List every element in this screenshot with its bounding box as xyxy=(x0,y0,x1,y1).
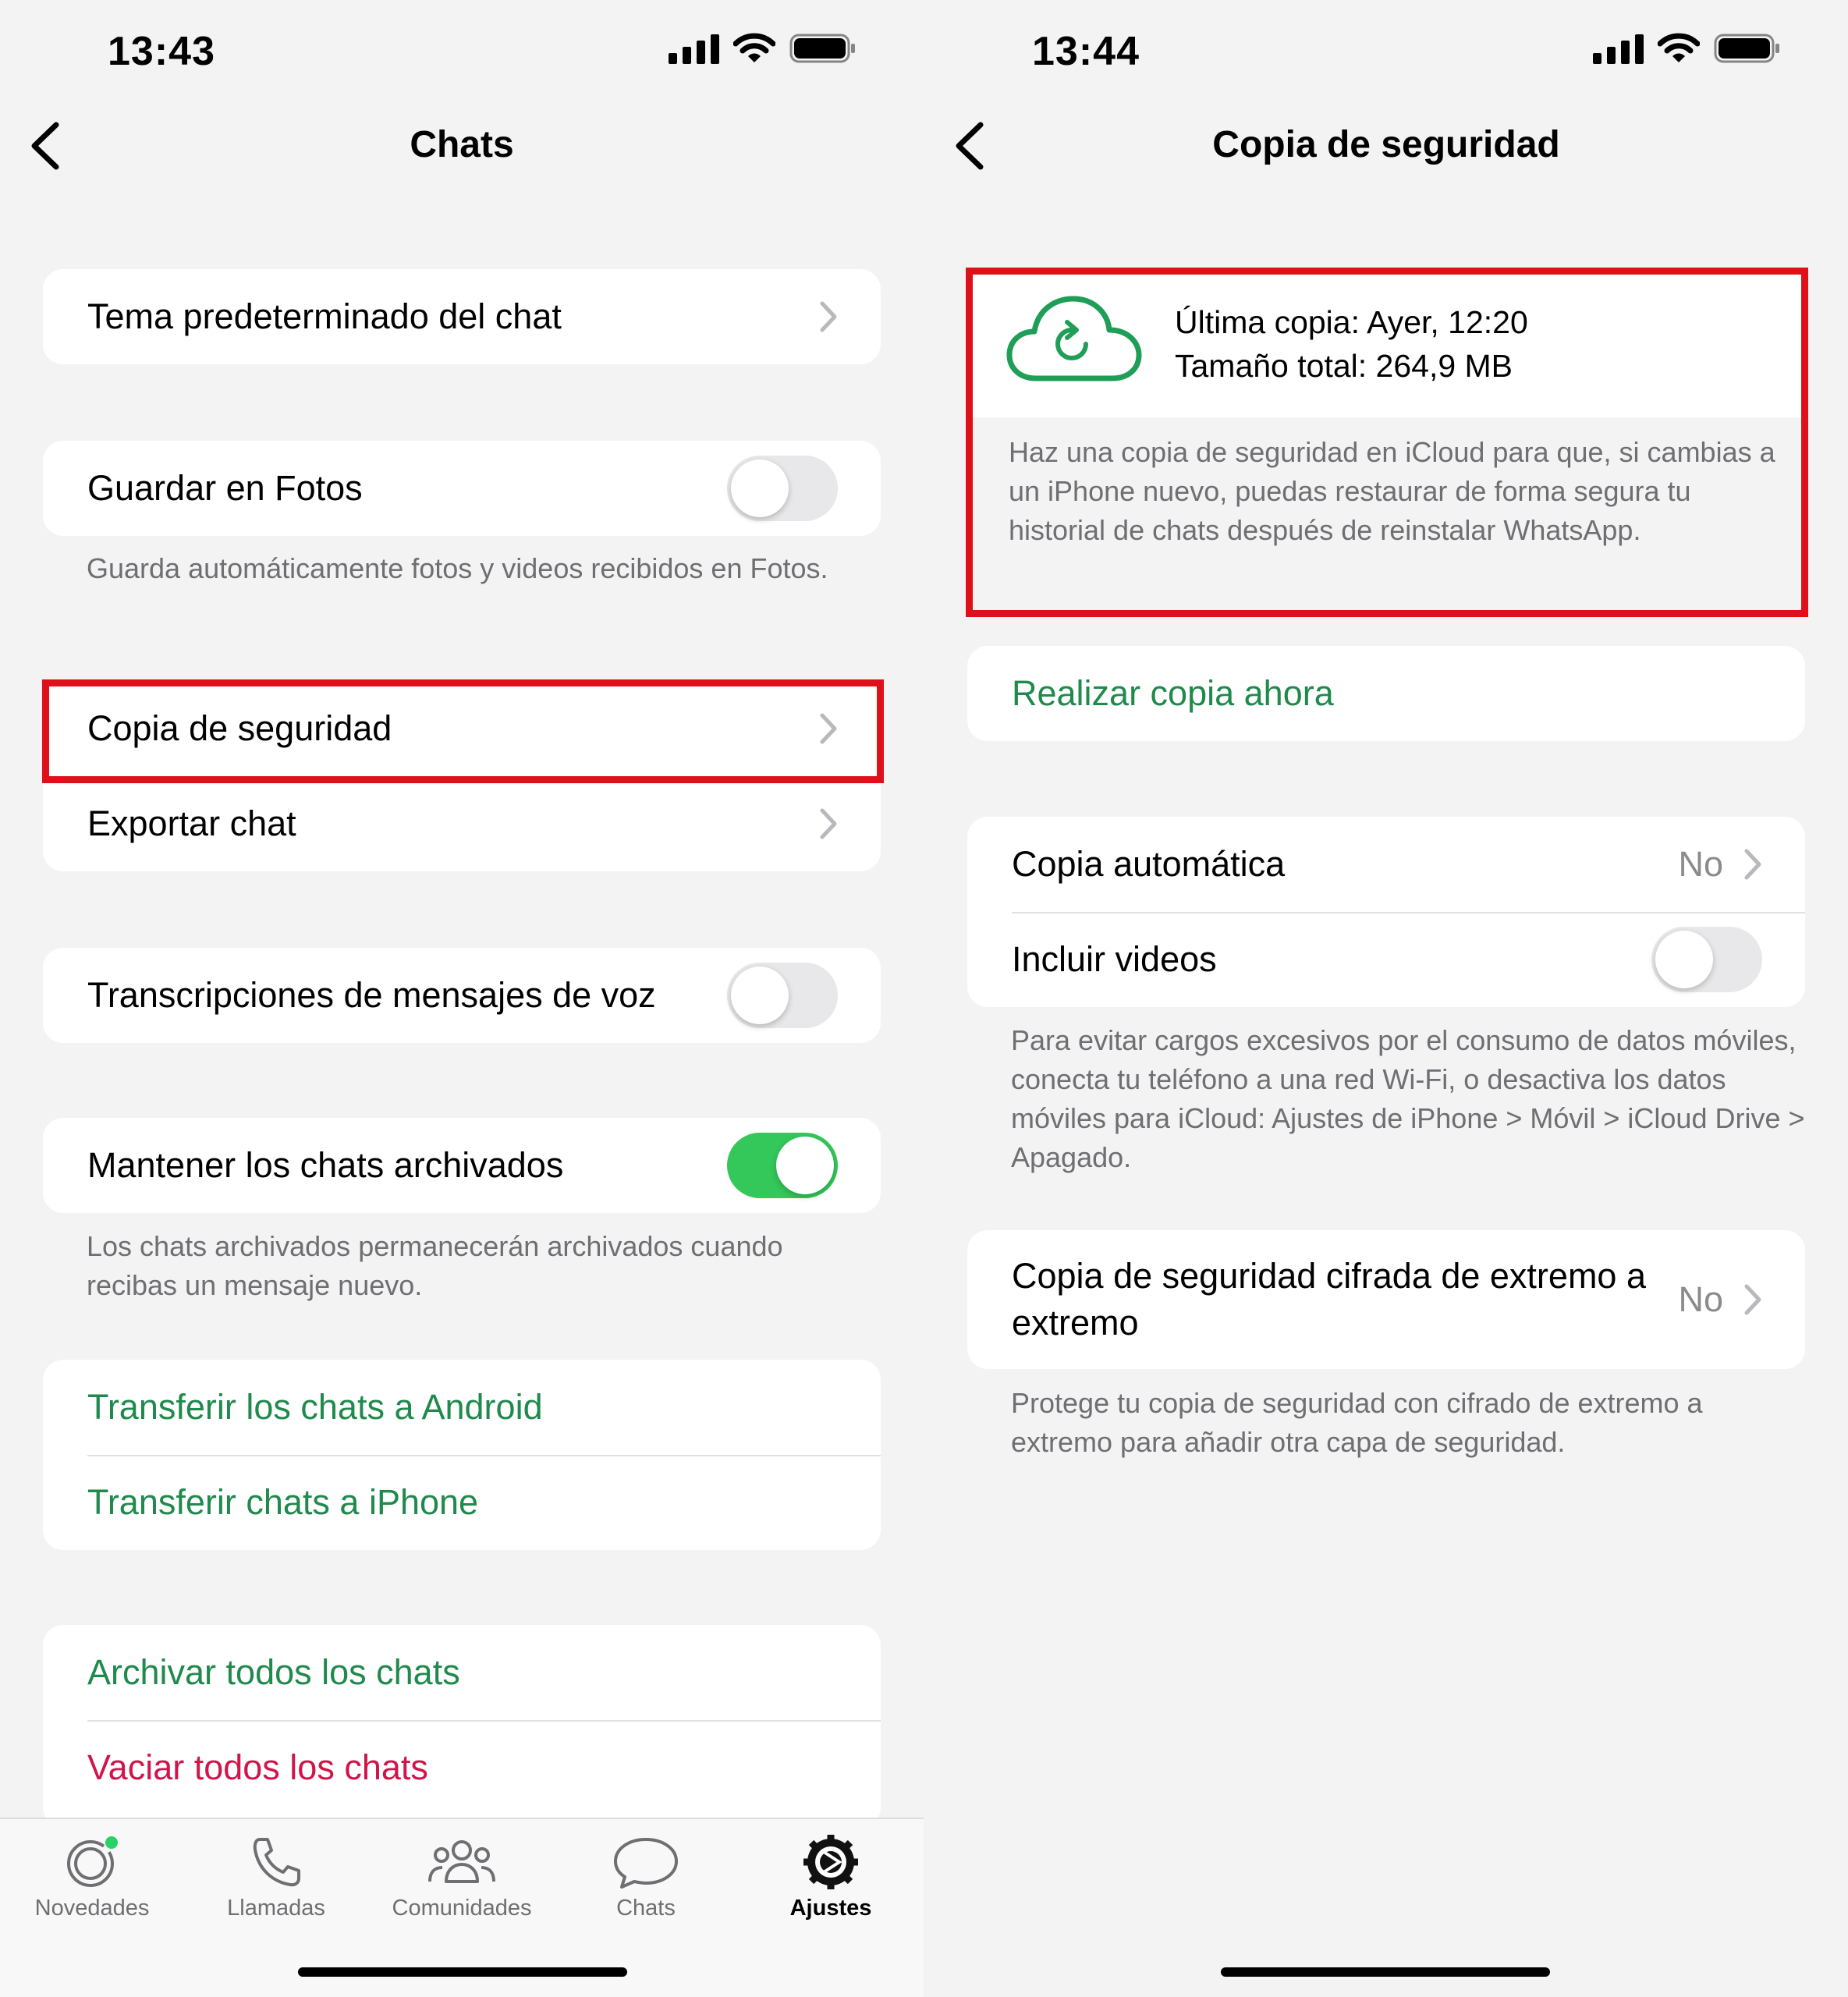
theme-card: Tema predeterminado del chat xyxy=(43,269,881,364)
transcriptions-card: Transcripciones de mensajes de voz xyxy=(43,948,881,1043)
save-photos-note: Guarda automáticamente fotos y videos re… xyxy=(87,552,828,584)
transfer-iphone-row[interactable]: Transferir chats a iPhone xyxy=(43,1455,881,1550)
keep-archived-row: Mantener los chats archivados xyxy=(43,1118,881,1213)
backup-now-label: Realizar copia ahora xyxy=(1012,673,1334,713)
transfer-iphone-label: Transferir chats a iPhone xyxy=(87,1482,479,1522)
transcriptions-row: Transcripciones de mensajes de voz xyxy=(43,948,881,1043)
transfer-android-row[interactable]: Transferir los chats a Android xyxy=(43,1360,881,1455)
export-chat-label: Exportar chat xyxy=(87,803,296,843)
auto-backup-row[interactable]: Copia automática No xyxy=(967,817,1805,912)
status-icons xyxy=(1593,33,1781,64)
tab-label: Novedades xyxy=(34,1896,150,1921)
theme-label: Tema predeterminado del chat xyxy=(87,296,562,336)
chevron-right-icon xyxy=(1744,849,1761,880)
wifi-icon xyxy=(733,33,775,62)
keep-archived-toggle[interactable] xyxy=(727,1133,838,1198)
e2e-backup-value: No xyxy=(1678,1279,1723,1319)
transcriptions-toggle[interactable] xyxy=(727,963,838,1028)
backup-info-card: Última copia: Ayer, 12:20 Tamaño total: … xyxy=(966,269,1808,601)
include-videos-row: Incluir videos xyxy=(967,912,1805,1007)
tab-ajustes[interactable]: Ajustes xyxy=(745,1835,917,1921)
last-backup-text: Última copia: Ayer, 12:20 xyxy=(1175,304,1528,340)
tab-label: Ajustes xyxy=(789,1896,872,1921)
home-indicator xyxy=(1221,1967,1550,1977)
auto-backup-card: Copia automática No Incluir videos xyxy=(967,817,1805,1007)
transfer-card: Transferir los chats a Android Transferi… xyxy=(43,1360,881,1550)
chevron-right-icon xyxy=(820,301,837,332)
chats-settings-screen: 13:43 Chats Tema predeterminado del chat… xyxy=(0,0,924,1997)
backup-label: Copia de seguridad xyxy=(87,708,392,748)
save-photos-toggle[interactable] xyxy=(727,456,838,521)
keep-archived-card: Mantener los chats archivados xyxy=(43,1118,881,1213)
battery-icon xyxy=(1714,34,1779,63)
tab-label: Llamadas xyxy=(227,1896,325,1921)
export-chat-row[interactable]: Exportar chat xyxy=(43,776,881,871)
e2e-backup-label: Copia de seguridad cifrada de extremo a … xyxy=(1012,1256,1646,1343)
keep-archived-note: Los chats archivados permanecerán archiv… xyxy=(87,1230,783,1301)
chevron-right-icon xyxy=(1744,1284,1761,1315)
auto-backup-label: Copia automática xyxy=(1012,844,1286,884)
tab-bar: Novedades Llamadas Comunidades Chats Aju… xyxy=(0,1818,924,1997)
theme-row[interactable]: Tema predeterminado del chat xyxy=(43,269,881,364)
backup-now-row[interactable]: Realizar copia ahora xyxy=(967,646,1805,741)
page-title: Copia de seguridad xyxy=(1212,124,1560,165)
backup-description: Haz una copia de seguridad en iCloud par… xyxy=(966,417,1808,601)
page-title: Chats xyxy=(410,124,514,165)
backup-row[interactable]: Copia de seguridad xyxy=(43,681,881,776)
e2e-backup-row[interactable]: Copia de seguridad cifrada de extremo a … xyxy=(967,1230,1805,1369)
status-icons xyxy=(669,33,857,64)
include-videos-label: Incluir videos xyxy=(1012,939,1217,979)
status-time: 13:43 xyxy=(108,29,215,74)
tab-llamadas[interactable]: Llamadas xyxy=(190,1835,362,1921)
auto-backup-value: No xyxy=(1678,844,1723,884)
backup-settings-screen: 13:44 Copia de seguridad Última copia: A… xyxy=(924,0,1848,1997)
archive-all-row[interactable]: Archivar todos los chats xyxy=(43,1625,881,1720)
transcriptions-label: Transcripciones de mensajes de voz xyxy=(87,975,656,1015)
chevron-right-icon xyxy=(820,808,837,839)
save-photos-row: Guardar en Fotos xyxy=(43,441,881,536)
clear-all-row[interactable]: Vaciar todos los chats xyxy=(43,1720,881,1815)
tab-label: Chats xyxy=(616,1896,676,1921)
keep-archived-label: Mantener los chats archivados xyxy=(87,1145,564,1185)
cellular-signal-icon xyxy=(669,33,719,64)
save-photos-card: Guardar en Fotos xyxy=(43,441,881,536)
e2e-backup-card: Copia de seguridad cifrada de extremo a … xyxy=(967,1230,1805,1369)
battery-icon xyxy=(789,34,855,63)
chevron-right-icon xyxy=(820,713,837,744)
backup-export-card: Copia de seguridad Exportar chat xyxy=(43,681,881,871)
tab-chats[interactable]: Chats xyxy=(560,1835,732,1921)
mobile-data-note: Para evitar cargos excesivos por el cons… xyxy=(1011,1024,1805,1173)
include-videos-toggle[interactable] xyxy=(1651,927,1762,992)
archive-all-label: Archivar todos los chats xyxy=(87,1652,460,1692)
chats-icon xyxy=(614,1838,678,1889)
save-photos-label: Guardar en Fotos xyxy=(87,468,363,508)
transfer-android-label: Transferir los chats a Android xyxy=(87,1387,543,1427)
cellular-signal-icon xyxy=(1593,33,1644,64)
tab-comunidades[interactable]: Comunidades xyxy=(376,1835,548,1921)
backup-now-card: Realizar copia ahora xyxy=(967,646,1805,741)
total-size-text: Tamaño total: 264,9 MB xyxy=(1175,348,1513,384)
icloud-sync-icon xyxy=(1006,296,1142,381)
backup-status: Última copia: Ayer, 12:20 Tamaño total: … xyxy=(966,269,1808,417)
e2e-note: Protege tu copia de seguridad con cifrad… xyxy=(1011,1387,1703,1458)
status-icon xyxy=(67,1836,118,1887)
backup-info: Última copia: Ayer, 12:20 Tamaño total: … xyxy=(1175,300,1528,388)
wifi-icon xyxy=(1658,33,1700,62)
tab-novedades[interactable]: Novedades xyxy=(6,1835,178,1921)
phone-icon xyxy=(253,1838,300,1887)
archive-clear-card: Archivar todos los chats Vaciar todos lo… xyxy=(43,1625,881,1828)
tab-label: Comunidades xyxy=(392,1896,532,1921)
status-time: 13:44 xyxy=(1032,29,1140,74)
clear-all-label: Vaciar todos los chats xyxy=(87,1747,428,1787)
settings-gear-icon xyxy=(803,1835,858,1889)
communities-icon xyxy=(428,1840,495,1883)
home-indicator xyxy=(298,1967,627,1977)
